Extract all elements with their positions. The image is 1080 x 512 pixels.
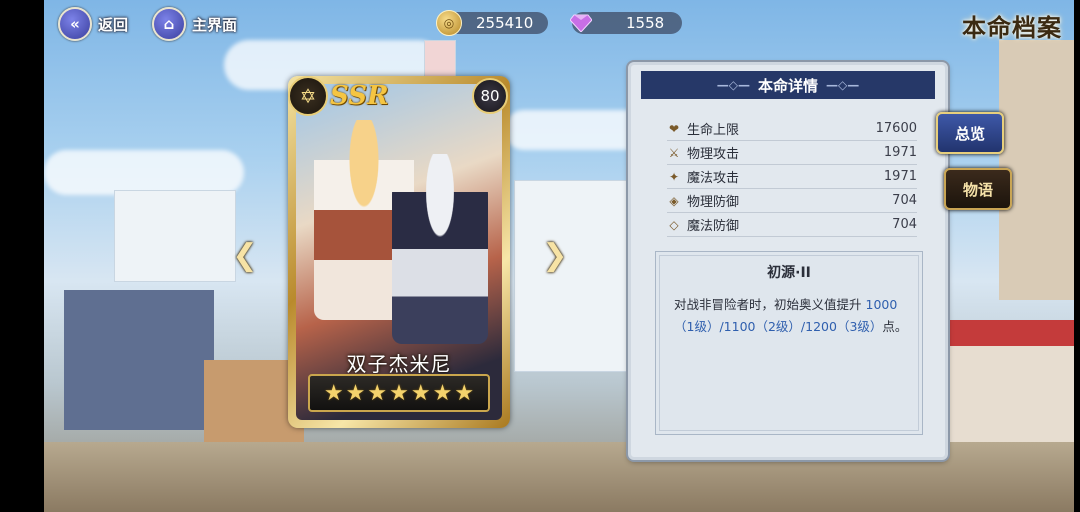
stat-value: 704 [892, 193, 917, 208]
coin-icon: ◎ [436, 10, 462, 36]
stat-value: 1971 [883, 169, 917, 184]
star-icon: ★ [367, 380, 388, 406]
wand-icon: ✦ [668, 169, 680, 184]
stat-name: 物理攻击 [687, 147, 740, 162]
stat-value: 1971 [883, 145, 917, 160]
stat-list: ❤ 生命上限 17600 ⚔ 物理攻击 1971 ✦ 魔法攻击 1971 ◈ 物… [667, 117, 917, 237]
screen-edge-left [0, 0, 44, 512]
star-emblem-icon: ✡ [288, 76, 328, 116]
home-button[interactable]: ⌂ 主界面 [152, 7, 237, 41]
star-icon: ★ [432, 380, 453, 406]
stat-name: 物理防御 [687, 195, 740, 210]
gold-counter[interactable]: ◎ 255410 [436, 10, 548, 36]
stat-row: ◇ 魔法防御 704 [667, 213, 917, 237]
star-icon: ★ [410, 380, 431, 406]
character-art: 双子杰米尼 ★ ★ ★ ★ ★ ★ ★ [296, 84, 502, 420]
skill-box: 初源·II 对战非冒险者时，初始奥义值提升 1000（1级）/1100（2级）/… [655, 251, 923, 435]
stat-name: 魔法攻击 [687, 171, 740, 186]
page-title: 本命档案 [962, 13, 1062, 42]
star-icon: ★ [454, 380, 475, 406]
character-card[interactable]: 双子杰米尼 ★ ★ ★ ★ ★ ★ ★ ✡ SSR 80 [288, 76, 510, 428]
panel-title: 本命详情 [757, 76, 818, 95]
tab-overview[interactable]: 总览 [936, 112, 1004, 154]
stat-row: ✦ 魔法攻击 1971 [667, 165, 917, 189]
stat-value: 17600 [875, 121, 917, 136]
rarity-label: SSR [330, 81, 389, 111]
skill-desc-suffix: 点。 [882, 319, 908, 334]
gem-counter[interactable]: 1558 [570, 12, 682, 34]
panel-header: —◇— 本命详情 —◇— [641, 71, 935, 99]
gold-value: 255410 [476, 14, 534, 32]
stat-value: 704 [892, 217, 917, 232]
rarity-badge: ✡ SSR [288, 76, 389, 116]
chevron-right-icon: ❯ [542, 237, 568, 273]
stat-name: 生命上限 [687, 123, 740, 138]
gem-icon [570, 14, 592, 32]
skill-desc-text: 对战非冒险者时，初始奥义值提升 [674, 297, 862, 312]
stat-row: ❤ 生命上限 17600 [667, 117, 917, 141]
sword-icon: ⚔ [668, 145, 680, 160]
star-icon: ★ [323, 380, 344, 406]
home-label: 主界面 [192, 15, 238, 34]
character-figure-right [392, 154, 488, 344]
star-icon: ★ [389, 380, 409, 406]
heart-icon: ❤ [668, 121, 680, 136]
magic-shield-icon: ◇ [669, 217, 679, 232]
gem-value: 1558 [626, 14, 665, 32]
character-name: 双子杰米尼 [346, 352, 452, 376]
level-badge: 80 [472, 78, 508, 114]
back-button[interactable]: « 返回 [58, 7, 128, 41]
screen-edge-right [1074, 0, 1080, 512]
ornament-icon: —◇— [826, 78, 860, 92]
star-icon: ★ [345, 380, 366, 406]
stat-row: ⚔ 物理攻击 1971 [667, 141, 917, 165]
tab-story[interactable]: 物语 [944, 168, 1012, 210]
detail-panel: —◇— 本命详情 —◇— ❤ 生命上限 17600 ⚔ 物理攻击 1971 ✦ … [628, 62, 948, 460]
stat-row: ◈ 物理防御 704 [667, 189, 917, 213]
skill-description: 对战非冒险者时，初始奥义值提升 1000（1级）/1100（2级）/1200（3… [674, 294, 908, 338]
previous-card-button[interactable]: ❮ [228, 236, 262, 274]
ornament-icon: —◇— [716, 78, 750, 92]
chevron-left-icon: ❮ [232, 237, 258, 273]
star-rating: ★ ★ ★ ★ ★ ★ ★ [308, 374, 490, 412]
shield-icon: ◈ [669, 193, 679, 208]
home-icon: ⌂ [152, 7, 186, 41]
next-card-button[interactable]: ❯ [538, 236, 572, 274]
stat-name: 魔法防御 [687, 219, 740, 234]
skill-title: 初源·II [767, 265, 811, 281]
back-label: 返回 [98, 15, 129, 34]
back-arrow-icon: « [58, 7, 92, 41]
